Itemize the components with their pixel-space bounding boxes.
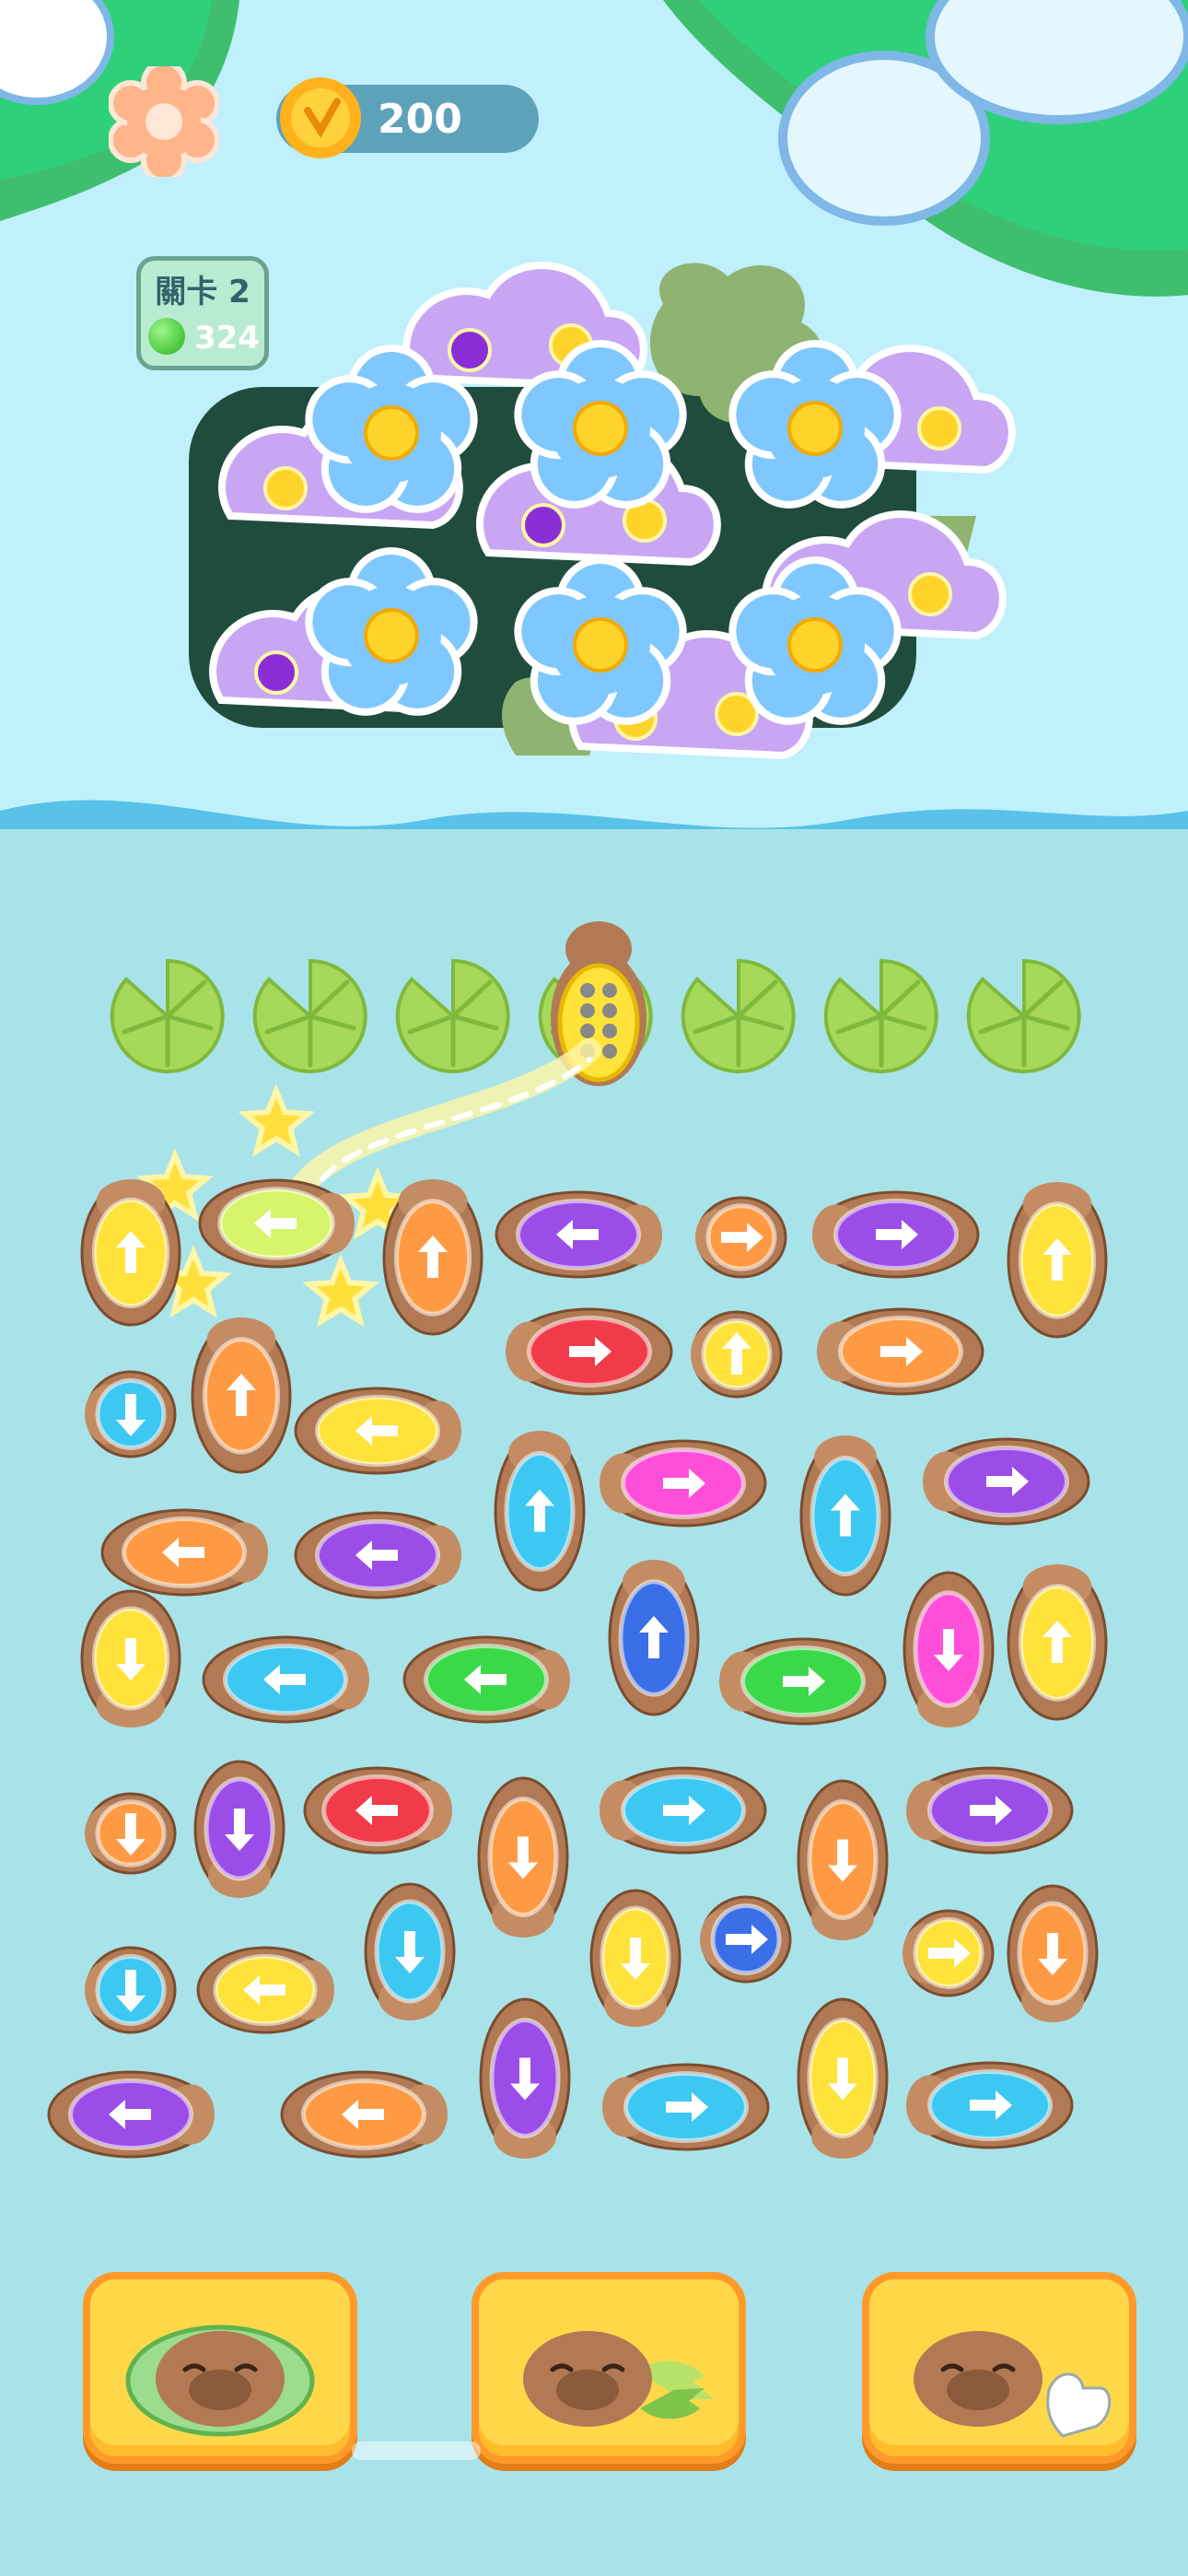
capybara-tile-orange-left[interactable] bbox=[280, 2070, 448, 2159]
capybara-tile-purple-right[interactable] bbox=[812, 1190, 980, 1279]
capybara-tile-red-right[interactable] bbox=[506, 1307, 673, 1396]
capybara-tile-yellow-down[interactable] bbox=[589, 1889, 681, 2027]
capybara-tile-yellow-down[interactable] bbox=[797, 1997, 889, 2159]
capybara-tile-orange-left[interactable] bbox=[100, 1508, 268, 1597]
capybara-tile-purple-down[interactable] bbox=[479, 1997, 571, 2159]
capybara-tile-green-right[interactable] bbox=[719, 1637, 887, 1726]
capybara-hand-tap-icon bbox=[914, 2331, 1112, 2438]
capybara-tile-cyan-right[interactable] bbox=[600, 1766, 767, 1855]
capybara-tile-cyan-down[interactable] bbox=[85, 1370, 177, 1458]
capybara-tile-cyan-left[interactable] bbox=[202, 1635, 369, 1724]
capybara-tile-cyan-up[interactable] bbox=[494, 1430, 586, 1592]
game-screen: 200 關卡 2 324 bbox=[0, 0, 1188, 2576]
capybara-tile-green-left[interactable] bbox=[402, 1635, 570, 1724]
capybara-tile-cyan-up[interactable] bbox=[799, 1434, 891, 1597]
capybara-tile-red-left[interactable] bbox=[303, 1766, 452, 1855]
capybara-tile-yellow-up[interactable] bbox=[691, 1310, 783, 1399]
star-sparkle bbox=[302, 1254, 379, 1328]
capybara-tile-orange-down[interactable] bbox=[797, 1779, 889, 1940]
capybara-tile-cyan-down[interactable] bbox=[85, 1946, 177, 2034]
capybara-tile-orange-right[interactable] bbox=[695, 1196, 787, 1279]
capybara-tile-yellow-up[interactable] bbox=[80, 1179, 181, 1327]
capybara-tile-lime-left[interactable] bbox=[198, 1178, 355, 1269]
capybara-tile-yellow-left[interactable] bbox=[294, 1387, 461, 1475]
top-right-bush bbox=[663, 0, 1188, 297]
capybara-swap-arrows-icon bbox=[523, 2331, 714, 2427]
tap-booster[interactable] bbox=[862, 2272, 1136, 2464]
capybara-tile-pink-down[interactable] bbox=[903, 1571, 995, 1727]
capybara-tile-purple-down[interactable] bbox=[193, 1760, 285, 1898]
lily-pad-booster[interactable] bbox=[83, 2272, 357, 2464]
capybara-tile-purple-right[interactable] bbox=[923, 1437, 1090, 1526]
capybara-tile-orange-down[interactable] bbox=[85, 1792, 177, 1875]
capybara-tile-yellow-right[interactable] bbox=[903, 1909, 995, 1997]
capybara-tile-blue-right[interactable] bbox=[700, 1895, 792, 1984]
capybara-tile-purple-left[interactable] bbox=[495, 1190, 662, 1279]
capybara-tile-cyan-right[interactable] bbox=[602, 2063, 770, 2151]
flower-puzzle bbox=[189, 262, 1016, 760]
capybara-tile-purple-left[interactable] bbox=[47, 2070, 215, 2159]
settings-button[interactable] bbox=[109, 66, 219, 177]
coin-value: 200 bbox=[378, 96, 462, 143]
level-badge: 關卡 2 324 bbox=[136, 256, 269, 370]
capybara-tile-orange-up[interactable] bbox=[191, 1317, 292, 1474]
level-label: 關卡 2 bbox=[155, 274, 250, 310]
capybara-tile-yellow-up[interactable] bbox=[1007, 1182, 1108, 1339]
capybara-tile-blue-up[interactable] bbox=[608, 1560, 700, 1716]
star-sparkle bbox=[238, 1083, 315, 1157]
capybara-tile-cyan-right[interactable] bbox=[906, 2061, 1074, 2149]
capybara-tile-orange-down[interactable] bbox=[1007, 1884, 1099, 2022]
capybara-tile-orange-right[interactable] bbox=[817, 1307, 984, 1396]
green-gem-icon bbox=[148, 318, 185, 355]
capybara-tile-purple-right[interactable] bbox=[906, 1766, 1074, 1855]
capybara-tile-yellow-up[interactable] bbox=[1007, 1564, 1108, 1721]
capybara-tile-yellow-down[interactable] bbox=[80, 1589, 181, 1727]
capybara-tile-cyan-down[interactable] bbox=[364, 1882, 456, 2020]
capybara-tile-purple-left[interactable] bbox=[294, 1511, 461, 1599]
capybara-tile-yellow-left[interactable] bbox=[196, 1946, 334, 2034]
home-indicator bbox=[352, 2441, 481, 2460]
capybara-tile-orange-up[interactable] bbox=[382, 1179, 483, 1336]
capybara-on-pad-icon bbox=[125, 2324, 315, 2437]
capybara-tile-pink-right[interactable] bbox=[600, 1439, 767, 1528]
capybara-tile-orange-down[interactable] bbox=[477, 1776, 569, 1938]
swap-booster[interactable] bbox=[472, 2272, 746, 2464]
gem-count: 324 bbox=[194, 320, 260, 357]
gear-flower-icon bbox=[109, 66, 219, 177]
coin-icon bbox=[280, 77, 361, 158]
